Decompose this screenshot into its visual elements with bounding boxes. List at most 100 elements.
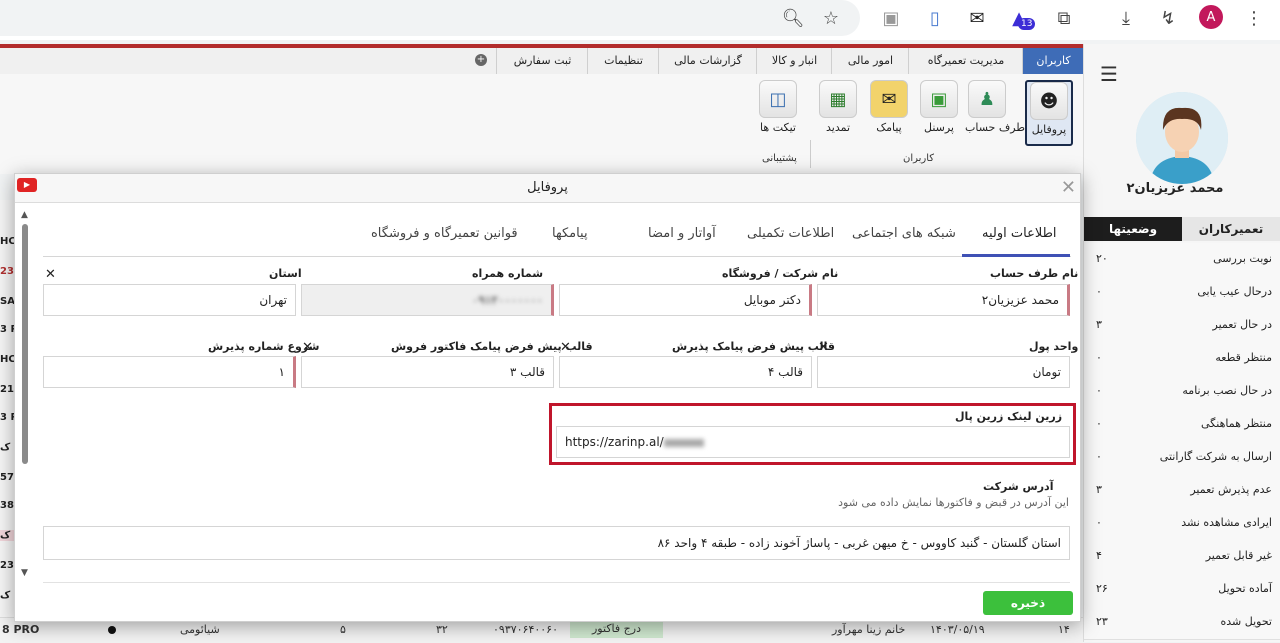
mail-extension-icon[interactable]: ✉: [965, 6, 989, 30]
scroll-down-icon[interactable]: ▼: [21, 568, 28, 578]
tab-basic-info[interactable]: اطلاعات اولیه: [982, 226, 1057, 241]
scroll-up-icon[interactable]: ▲: [21, 210, 28, 220]
account-name-label: نام طرف حساب: [990, 267, 1079, 280]
tab-avatar-signature[interactable]: آواتار و امضا: [648, 226, 716, 241]
currency-select[interactable]: تومان: [817, 356, 1070, 388]
status-row[interactable]: در حال تعمیر ۳: [1084, 309, 1280, 343]
status-row[interactable]: در حال نصب برنامه ۰: [1084, 375, 1280, 409]
ribbon-tickets-button[interactable]: ◫ تیکت ها: [756, 80, 800, 142]
status-name: منتظر هماهنگی: [1201, 417, 1272, 430]
people-icon: ♟: [968, 80, 1006, 118]
tab-technicians[interactable]: تعمیرکاران: [1182, 217, 1280, 241]
mobile-value: ۰۹۱۲۰۰۰۰۰۰۰: [472, 293, 543, 307]
menu-tab-finance[interactable]: امور مالی: [831, 48, 909, 74]
clear-province-icon[interactable]: ✕: [45, 267, 56, 282]
tab-rules[interactable]: قوانین تعمیرگاه و فروشگاه: [371, 226, 518, 241]
bg-cell: ک: [0, 442, 11, 453]
tab-extra-info[interactable]: اطلاعات تکمیلی: [747, 226, 834, 241]
menu-tab-inventory[interactable]: انبار و کالا: [756, 48, 832, 74]
browser-toolbar: 🔍︎ ☆ ▣ ▯ ✉ ▲ 13 ⧉ ⤓ ↯ A ⋮: [0, 0, 1280, 40]
sms-invoice-template-select[interactable]: قالب ۳: [301, 356, 554, 388]
ribbon-staff-button[interactable]: ▣ پرسنل: [917, 80, 961, 142]
status-name: آماده تحویل: [1218, 582, 1272, 595]
status-row[interactable]: تحویل شده ۲۳: [1084, 606, 1280, 640]
tab-social[interactable]: شبکه های اجتماعی: [852, 226, 956, 241]
menu-tab-order[interactable]: ثبت سفارش: [496, 48, 588, 74]
add-tab-icon[interactable]: +: [475, 54, 487, 66]
account-name-input[interactable]: محمد عزیزیان۲: [817, 284, 1070, 316]
ribbon-staff-label: پرسنل: [924, 121, 954, 134]
status-row[interactable]: نوبت بررسی ۲۰: [1084, 243, 1280, 277]
bg-cell: 3 P: [0, 324, 15, 335]
bg-cell: 57: [0, 472, 14, 483]
dialog-scrollbar[interactable]: ▲ ▼: [20, 210, 30, 580]
receipt-start-input[interactable]: ۱: [43, 356, 296, 388]
phone-extension-icon[interactable]: ▯: [923, 6, 947, 30]
dialog-header: ▶ پروفایل ✕: [15, 174, 1080, 203]
status-row[interactable]: غیر قابل تعمیر ۴: [1084, 540, 1280, 574]
card-icon: ▦: [819, 80, 857, 118]
ribbon-renew-button[interactable]: ▦ تمدید: [816, 80, 860, 142]
profile-avatar[interactable]: A: [1199, 5, 1223, 29]
menu-tab-users[interactable]: کاربران: [1022, 48, 1084, 74]
bg-cell: SA: [0, 296, 15, 307]
profile-dialog: ▶ پروفایل ✕ ▲ ▼ اطلاعات اولیه شبکه های ا…: [14, 173, 1081, 622]
kebab-menu-icon[interactable]: ⋮: [1242, 6, 1266, 30]
bg-num2: ۵: [340, 623, 346, 636]
ribbon: ☻ پروفایل ♟ طرف حساب ▣ پرسنل ✉ پیامک ▦ ت…: [0, 74, 1083, 174]
company-name-input[interactable]: دکتر موبایل: [559, 284, 812, 316]
status-row[interactable]: منتظر قطعه ۰: [1084, 342, 1280, 376]
status-row[interactable]: ایرادی مشاهده نشد ۰: [1084, 507, 1280, 541]
zoom-icon[interactable]: 🔍︎: [781, 6, 805, 30]
menu-tab-reports[interactable]: گزارشات مالی: [658, 48, 757, 74]
extensions-puzzle-icon[interactable]: ⧉: [1052, 6, 1076, 30]
bg-model: 8 PRO: [2, 623, 40, 636]
status-name: منتظر قطعه: [1215, 351, 1272, 364]
save-button[interactable]: ذخیره: [983, 591, 1073, 615]
download-icon[interactable]: ⤓: [1114, 6, 1138, 30]
ribbon-account-button[interactable]: ♟ طرف حساب: [965, 80, 1025, 142]
status-row[interactable]: عدم پذیرش تعمیر ۳: [1084, 474, 1280, 508]
status-count: ۳: [1096, 318, 1102, 331]
status-name: ارسال به شرکت گارانتی: [1159, 450, 1272, 463]
status-name: ایرادی مشاهده نشد: [1181, 516, 1272, 529]
address-bar[interactable]: [0, 0, 860, 36]
hamburger-menu-icon[interactable]: ☰: [1100, 62, 1118, 86]
zarinpal-input[interactable]: https://zarinp.al/: [556, 426, 1070, 458]
sms-receipt-template-select[interactable]: قالب ۴: [559, 356, 812, 388]
scroll-thumb[interactable]: [22, 224, 28, 464]
receipt-start-label: شروع شماره پذیرش: [208, 340, 320, 353]
status-row[interactable]: درحال عیب یابی ۰: [1084, 276, 1280, 310]
close-icon[interactable]: ✕: [1061, 177, 1076, 198]
bg-cell: HC: [0, 354, 15, 365]
status-row[interactable]: منتظر هماهنگی ۰: [1084, 408, 1280, 442]
province-select[interactable]: تهران: [43, 284, 296, 316]
ribbon-profile-button[interactable]: ☻ پروفایل: [1025, 80, 1073, 146]
mobile-label: شماره همراه: [472, 267, 544, 280]
performance-icon[interactable]: ↯: [1156, 6, 1180, 30]
menu-tab-settings[interactable]: تنظیمات: [587, 48, 659, 74]
tab-sms[interactable]: پیامکها: [552, 226, 588, 241]
bg-cell: ک: [0, 530, 15, 541]
status-row[interactable]: ارسال به شرکت گارانتی ۰: [1084, 441, 1280, 475]
status-row[interactable]: آماده تحویل ۲۶: [1084, 573, 1280, 607]
camera-extension-icon[interactable]: ▣: [879, 6, 903, 30]
sidebar-tabs: تعمیرکاران وضعیتها: [1084, 217, 1280, 241]
bg-table-strip: [0, 200, 15, 620]
tab-statuses[interactable]: وضعیتها: [1084, 217, 1182, 241]
status-name: عدم پذیرش تعمیر: [1190, 483, 1272, 496]
status-name: غیر قابل تعمیر: [1205, 549, 1272, 562]
menu-tab-workshop[interactable]: مدیریت تعمیرگاه: [908, 48, 1023, 74]
ribbon-sms-button[interactable]: ✉ پیامک: [867, 80, 911, 142]
bookmark-star-icon[interactable]: ☆: [819, 6, 843, 30]
lock-icon: ▣: [920, 80, 958, 118]
company-name-label: نام شرکت / فروشگاه: [722, 267, 839, 280]
status-count: ۰: [1096, 351, 1102, 364]
dialog-title: پروفایل: [527, 180, 568, 195]
address-input[interactable]: استان گلستان - گنبد کاووس - خ میهن غربی …: [43, 526, 1070, 560]
mobile-input[interactable]: ۰۹۱۲۰۰۰۰۰۰۰: [301, 284, 554, 316]
province-label: استان: [269, 267, 302, 280]
status-count: ۲۳: [1096, 615, 1108, 628]
address-label: آدرس شرکت: [983, 480, 1054, 493]
ribbon-tickets-label: تیکت ها: [760, 121, 796, 134]
